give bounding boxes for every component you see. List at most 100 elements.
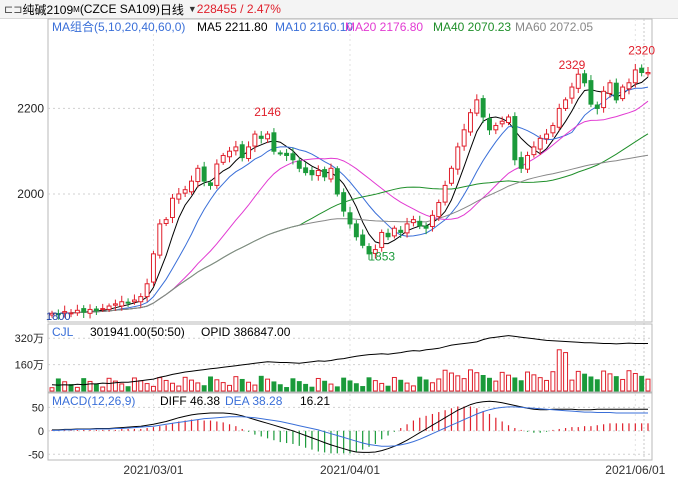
volume-bar xyxy=(290,378,296,392)
macd-tick-label: -50 xyxy=(28,449,44,461)
candle-body xyxy=(404,223,410,234)
macd-diff: DIFF 46.38 xyxy=(160,394,220,408)
candle-body xyxy=(322,169,328,178)
candle-body xyxy=(582,73,588,84)
volume-bar xyxy=(62,381,68,392)
candle-body xyxy=(360,234,366,246)
candle-body xyxy=(353,223,359,238)
volume-bar xyxy=(360,386,366,392)
volume-bar xyxy=(575,370,581,392)
candle-body xyxy=(594,104,600,109)
volume-bar xyxy=(537,377,543,392)
volume-bar xyxy=(487,377,492,392)
macd-indicator-name[interactable]: MACD(12,26,9) xyxy=(52,394,135,408)
candle-body xyxy=(461,129,467,147)
candle-body xyxy=(550,125,556,134)
chart-canvas[interactable]: 2200 2000 320万 160万 50 0 -50 2021/03/01 2021/04/… xyxy=(0,0,678,483)
candle-body xyxy=(398,229,404,233)
candle-body xyxy=(417,220,423,227)
candle-body xyxy=(613,82,619,101)
candle-body xyxy=(334,168,340,195)
volume-tick-label: 160万 xyxy=(15,360,44,372)
candle-body xyxy=(347,212,353,225)
candle-body xyxy=(284,152,290,156)
candle-body xyxy=(512,116,518,161)
candle-body xyxy=(74,309,80,314)
volume-bar xyxy=(157,377,163,392)
candle-body xyxy=(195,167,201,183)
candle-body xyxy=(93,308,99,312)
volume-bar xyxy=(607,373,613,392)
volume-bar xyxy=(391,376,397,392)
volume-bar xyxy=(531,374,537,392)
volume-bar xyxy=(296,381,302,392)
candle-body xyxy=(379,231,385,248)
candle-body xyxy=(480,98,486,118)
candle-body xyxy=(506,116,511,124)
candle-body xyxy=(607,82,613,94)
macd-dea: DEA 38.28 xyxy=(225,394,283,408)
candle-body xyxy=(385,232,391,238)
candle-body xyxy=(119,301,125,307)
candle-body xyxy=(296,160,302,169)
candle-body xyxy=(544,133,550,140)
candle-body xyxy=(220,154,226,163)
volume-bar xyxy=(328,383,334,392)
vol-indicator-name[interactable]: CJL xyxy=(52,325,74,339)
candle-body xyxy=(138,296,144,303)
candle-body xyxy=(125,301,131,304)
volume-bar xyxy=(455,375,461,392)
volume-bar xyxy=(106,377,112,392)
candle-body xyxy=(87,308,93,314)
volume-bar xyxy=(208,376,213,392)
volume-bar xyxy=(220,382,226,392)
volume-bar xyxy=(131,377,137,392)
candle-body xyxy=(170,197,175,218)
candle-body xyxy=(271,132,277,152)
volume-bar xyxy=(398,379,404,392)
volume-bar xyxy=(246,381,252,392)
price-tick-label: 2200 xyxy=(17,101,44,115)
price-annotation: 1853 xyxy=(368,249,395,263)
volume-bar xyxy=(182,376,188,392)
ma-legend-item: MA10 2160.10 xyxy=(275,20,353,34)
volume-bar xyxy=(499,371,505,392)
candle-body xyxy=(448,167,454,184)
volume-bar xyxy=(518,380,524,392)
volume-bar xyxy=(442,369,448,392)
candle-body xyxy=(588,80,594,105)
volume-bar xyxy=(265,378,271,392)
volume-bar xyxy=(322,380,328,392)
volume-bar xyxy=(87,380,93,392)
candle-body xyxy=(518,157,524,169)
candle-body xyxy=(455,146,461,170)
opid-value: OPID 386847.00 xyxy=(201,325,291,339)
price-annotation: 2320 xyxy=(628,44,655,58)
volume-bar xyxy=(74,386,80,392)
volume-bar xyxy=(284,387,290,392)
candle-body xyxy=(176,193,182,200)
candle-body xyxy=(493,125,499,131)
volume-bar xyxy=(563,352,569,392)
candle-body xyxy=(341,192,347,212)
volume-bar xyxy=(620,378,626,392)
volume-bar xyxy=(258,375,264,392)
volume-bar xyxy=(506,374,511,392)
candle-body xyxy=(303,167,309,174)
volume-bar xyxy=(461,378,467,392)
ma-legend-item: MA20 2176.80 xyxy=(345,20,423,34)
candle-body xyxy=(575,73,581,89)
volume-bar xyxy=(544,379,550,392)
volume-bar xyxy=(429,382,435,392)
candle-body xyxy=(163,219,169,224)
volume-bar xyxy=(341,377,347,392)
volume-bar xyxy=(239,378,245,392)
volume-bar xyxy=(49,387,55,392)
ma-legend-item: MA60 2072.05 xyxy=(515,20,593,34)
volume-bar xyxy=(176,385,182,392)
volume-bar xyxy=(366,377,372,392)
volume-bar xyxy=(163,379,169,392)
candle-body xyxy=(391,227,397,237)
candle-body xyxy=(201,166,207,182)
ma-group-label[interactable]: MA组合(5,10,20,40,60,0) xyxy=(52,19,185,34)
